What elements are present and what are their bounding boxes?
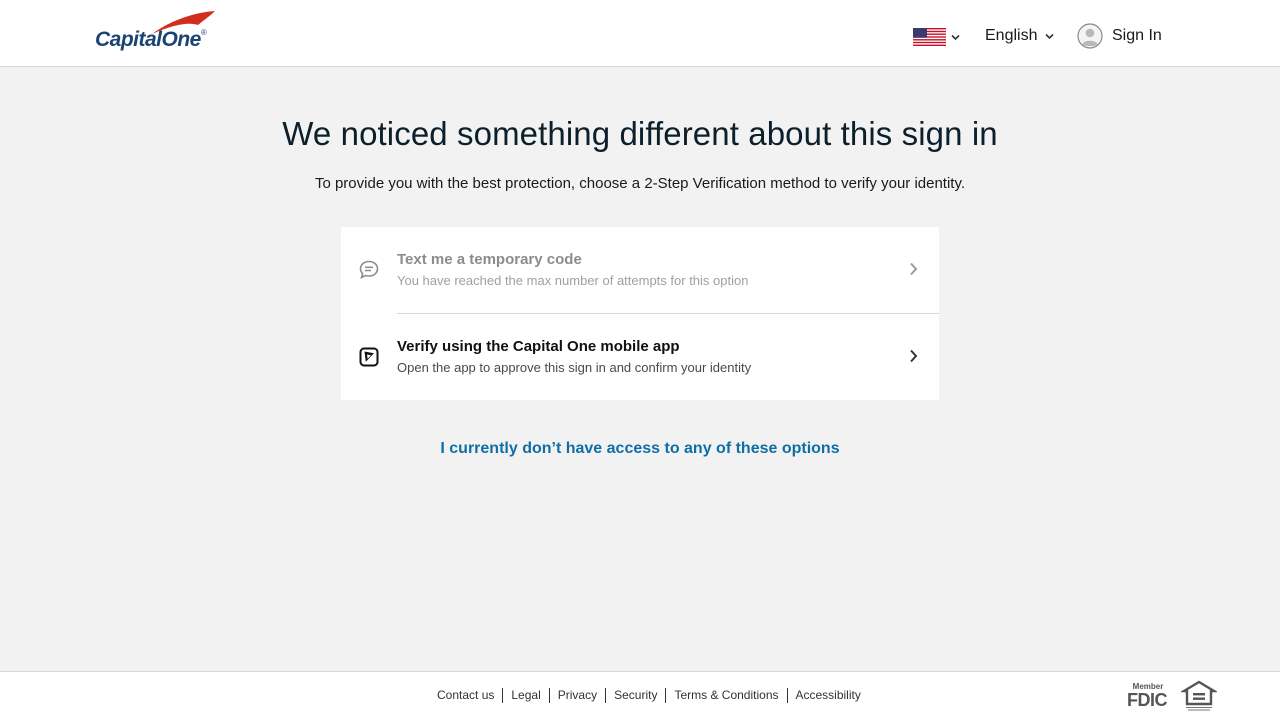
footer-link-contact-us[interactable]: Contact us — [437, 688, 502, 703]
option-description: Open the app to approve this sign in and… — [397, 360, 752, 375]
page-subtitle: To provide you with the best protection,… — [314, 175, 966, 192]
footer-link-legal[interactable]: Legal — [502, 688, 548, 703]
chevron-down-icon — [951, 34, 960, 40]
logo-text: CapitalOne — [95, 28, 201, 51]
footer-links: Contact us Legal Privacy Security Terms … — [437, 688, 869, 703]
chat-bubble-icon — [359, 260, 379, 279]
option-title: Text me a temporary code — [397, 251, 582, 268]
logo-registered-mark: ® — [200, 28, 207, 37]
option-text-code[interactable]: Text me a temporary code You have reache… — [341, 227, 939, 313]
option-mobile-app[interactable]: Verify using the Capital One mobile app … — [341, 314, 939, 400]
footer-link-terms[interactable]: Terms & Conditions — [665, 688, 786, 703]
no-access-link[interactable]: I currently don’t have access to any of … — [0, 440, 1280, 458]
footer-link-accessibility[interactable]: Accessibility — [786, 688, 869, 703]
chevron-down-icon — [1045, 33, 1055, 39]
mobile-app-icon — [359, 347, 379, 367]
language-label: English — [985, 27, 1038, 44]
country-selector[interactable] — [913, 28, 960, 46]
equal-housing-lender-icon — [1181, 680, 1217, 711]
logo-wordmark: CapitalOne® — [95, 28, 207, 52]
page-title: We noticed something different about thi… — [282, 115, 998, 152]
fdic-text: FDIC — [1127, 690, 1168, 710]
flag-us-icon — [913, 28, 946, 46]
fdic-logo: Member FDIC — [1127, 682, 1169, 710]
footer-link-security[interactable]: Security — [605, 688, 665, 703]
capital-one-logo[interactable]: CapitalOne® — [94, 8, 226, 54]
top-header: CapitalOne® English Sign In — [0, 0, 1280, 67]
option-description: You have reached the max number of attem… — [397, 273, 749, 288]
sign-in-label: Sign In — [1112, 27, 1162, 44]
footer-link-privacy[interactable]: Privacy — [548, 688, 605, 703]
chevron-right-icon — [910, 262, 918, 276]
verification-options: Text me a temporary code You have reache… — [341, 227, 939, 400]
language-selector[interactable]: English — [985, 27, 1055, 45]
sign-in-button[interactable]: Sign In — [1077, 23, 1162, 49]
page-footer: Contact us Legal Privacy Security Terms … — [0, 671, 1280, 720]
option-title: Verify using the Capital One mobile app — [397, 338, 680, 355]
chevron-right-icon — [910, 349, 918, 363]
user-avatar-icon — [1077, 23, 1103, 49]
